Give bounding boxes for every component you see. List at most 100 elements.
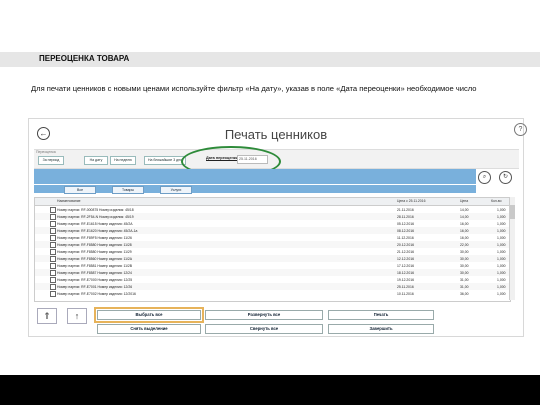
item-date: 11.12.2016 [397, 235, 414, 240]
table-row[interactable]: Номер партии: RF-E1620 Номер изделия: 45… [35, 227, 510, 234]
column-header: Кол-во [491, 199, 502, 203]
column-header: Цена с 25.11.2016 [397, 199, 426, 203]
items-table: Наименование Цена с 25.11.2016 Цена Кол-… [34, 197, 511, 302]
item-date: 12.12.2016 [397, 256, 414, 261]
filter-caption: Переоценка [36, 150, 56, 154]
slide-title-bar: ПЕРЕОЦЕНКА ТОВАРА [0, 52, 540, 67]
item-qty: 1,000 [497, 284, 506, 289]
item-qty: 1,000 [497, 242, 506, 247]
table-row[interactable]: Номер партии: RF-E7002 Номер изделия: 12… [35, 290, 510, 297]
expand-all-button[interactable]: Развернуть все [205, 310, 323, 320]
item-date: 21.12.2016 [397, 249, 414, 254]
slide-title: ПЕРЕОЦЕНКА ТОВАРА [39, 54, 130, 63]
item-name: Номер партии: RF-F8581 Номер изделия: 11… [57, 263, 133, 268]
table-row[interactable]: Номер партии: RF-E7000 Номер изделия: 12… [35, 276, 510, 283]
item-price: 31,00 [460, 284, 469, 289]
instruction-text: Для печати ценников с новыми ценами испо… [31, 84, 477, 93]
item-date: 10.11.2016 [397, 291, 414, 296]
select-all-button[interactable]: Выбрать все [94, 307, 204, 323]
move-top-button[interactable]: ⇑ [37, 308, 57, 324]
item-date: 25.11.2016 [397, 284, 414, 289]
item-price: 16,00 [460, 235, 469, 240]
filter-week-button[interactable]: На неделю [110, 156, 136, 165]
item-name: Номер партии: RF-000875 Номер изделия: 4… [57, 207, 134, 212]
item-price: 16,00 [460, 221, 469, 226]
item-qty: 1,000 [497, 249, 506, 254]
table-row[interactable]: Номер партии: RF-F8581 Номер изделия: 11… [35, 262, 510, 269]
column-header: Цена [460, 199, 469, 203]
slide: ПЕРЕОЦЕНКА ТОВАРА Для печати ценников с … [0, 0, 540, 375]
item-name: Номер партии: RF-E1615 Номер изделия: 45… [57, 221, 133, 226]
row-checkbox[interactable] [50, 291, 56, 297]
table-row[interactable]: Номер партии: RF-F8580 Номер изделия: 11… [35, 241, 510, 248]
item-qty: 1,000 [497, 270, 506, 275]
print-button[interactable]: Печать [328, 310, 434, 320]
item-price: 30,00 [460, 256, 469, 261]
item-name: Номер партии: RF-F8560 Номер изделия: 11… [57, 256, 133, 261]
control-bar: Все Товары Услуги [34, 185, 476, 194]
item-price: 30,00 [460, 249, 469, 254]
scroll-thumb[interactable] [510, 205, 515, 219]
item-price: 30,00 [460, 270, 469, 275]
price-tag-print-window: ← Печать ценников ? Переоценка За период… [28, 118, 527, 337]
item-qty: 1,000 [497, 291, 506, 296]
table-row[interactable]: Номер партии: RF-000875 Номер изделия: 4… [35, 206, 510, 213]
item-date: 21.11.2016 [397, 207, 414, 212]
item-name: Номер партии: RF-F8587 Номер изделия: 12… [57, 270, 132, 275]
table-body: Номер партии: RF-000875 Номер изделия: 4… [35, 206, 510, 301]
table-row[interactable]: Номер партии: RF-F8587 Номер изделия: 12… [35, 269, 510, 276]
filter-date-button[interactable]: На дату [84, 156, 108, 165]
item-qty: 1,000 [497, 263, 506, 268]
filter-period-button[interactable]: За период [38, 156, 64, 165]
item-name: Номер партии: RF-E7002 Номер изделия: 12… [57, 291, 136, 296]
item-price: 16,00 [460, 228, 469, 233]
collapse-all-button[interactable]: Свернуть все [205, 324, 323, 334]
item-date: 20.12.2016 [397, 242, 414, 247]
item-qty: 1,000 [497, 221, 506, 226]
table-row[interactable]: Номер партии: RF-E1615 Номер изделия: 45… [35, 220, 510, 227]
item-price: 36,00 [460, 291, 469, 296]
item-name: Номер партии: RF-E7000 Номер изделия: 12… [57, 277, 133, 282]
table-row[interactable]: Номер партии: RF-F8580 Номер изделия: 11… [35, 248, 510, 255]
item-date: 05.12.2016 [397, 221, 414, 226]
item-name: Номер партии: RF-F89F5 Номер изделия: 11… [57, 235, 132, 240]
table-row[interactable]: Номер партии: RF-E7001 Номер изделия: 12… [35, 283, 510, 290]
control-services-button[interactable]: Услуги [160, 186, 192, 194]
item-price: 30,00 [460, 263, 469, 268]
search-icon[interactable]: ⌕ [478, 171, 491, 184]
table-row[interactable]: Номер партии: RF-F8560 Номер изделия: 11… [35, 255, 510, 262]
question-icon[interactable]: ? [514, 123, 527, 136]
item-name: Номер партии: RF-E1620 Номер изделия: 45… [57, 228, 138, 233]
table-scrollbar[interactable] [509, 197, 515, 300]
item-qty: 1,000 [497, 207, 506, 212]
item-qty: 1,000 [497, 228, 506, 233]
column-header: Наименование [57, 199, 81, 203]
control-goods-button[interactable]: Товары [112, 186, 144, 194]
toolbar-band [34, 169, 476, 184]
window-title: Печать ценников [224, 127, 328, 142]
item-name: Номер партии: RF-F8580 Номер изделия: 11… [57, 242, 132, 247]
deselect-button[interactable]: Снять выделение [97, 324, 201, 334]
table-row[interactable]: Номер партии: RF-F89F5 Номер изделия: 11… [35, 234, 510, 241]
item-qty: 1,000 [497, 256, 506, 261]
finish-button[interactable]: Завершить [328, 324, 434, 334]
item-name: Номер партии: RF-E7001 Номер изделия: 12… [57, 284, 133, 289]
item-qty: 1,000 [497, 235, 506, 240]
item-date: 08.12.2016 [397, 228, 414, 233]
item-date: 28.11.2016 [397, 214, 414, 219]
table-header: Наименование Цена с 25.11.2016 Цена Кол-… [35, 198, 510, 206]
control-all-button[interactable]: Все [64, 186, 96, 194]
item-date: 17.12.2016 [397, 263, 414, 268]
item-name: Номер партии: RF-F8580 Номер изделия: 11… [57, 249, 132, 254]
filter-3days-button[interactable]: На ближайшие 3 дня [144, 156, 186, 165]
table-row[interactable]: Номер партии: RF-2F54-N Номер изделия: 4… [35, 213, 510, 220]
item-date: 18.12.2016 [397, 270, 414, 275]
move-up-button[interactable]: ↑ [67, 308, 87, 324]
item-qty: 1,000 [497, 277, 506, 282]
refresh-icon[interactable]: ↻ [499, 171, 512, 184]
item-date: 19.12.2016 [397, 277, 414, 282]
item-price: 22,00 [460, 242, 469, 247]
item-price: 14,00 [460, 207, 469, 212]
item-price: 14,00 [460, 214, 469, 219]
item-price: 31,00 [460, 277, 469, 282]
